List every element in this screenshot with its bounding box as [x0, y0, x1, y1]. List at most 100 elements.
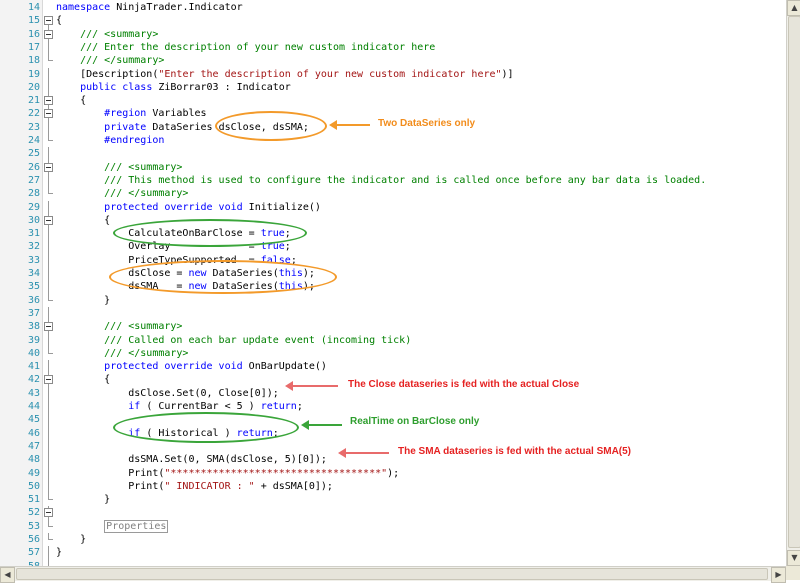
line-number: 47 — [27, 440, 40, 452]
line-number: 30 — [27, 214, 40, 226]
code-line[interactable]: 53 Properties — [0, 519, 786, 533]
fold-guide — [44, 1, 53, 14]
collapsed-region[interactable]: Properties — [104, 519, 169, 533]
horizontal-scrollbar[interactable]: ◀ ▶ — [0, 566, 786, 583]
code-line[interactable]: 38 /// <summary> — [0, 320, 786, 335]
code-line[interactable]: 36 } — [0, 293, 786, 307]
fold-guide — [44, 80, 53, 95]
scroll-right-icon[interactable]: ▶ — [771, 567, 786, 583]
arrow-icon — [301, 420, 342, 430]
fold-guide — [44, 333, 53, 348]
code-token: { — [56, 95, 87, 107]
annotation-two-dataseries: Two DataSeries only — [378, 118, 476, 129]
line-number: 19 — [27, 68, 40, 80]
fold-guide — [44, 426, 53, 441]
line-number: 48 — [27, 454, 40, 466]
code-text: /// Called on each bar update event (inc… — [56, 334, 411, 347]
collapse-toggle-icon[interactable] — [44, 94, 53, 109]
code-line[interactable]: 48 dsSMA.Set(0, SMA(dsClose, 5)[0]); — [0, 453, 786, 468]
code-line[interactable]: 24 #endregion — [0, 134, 786, 147]
line-number: 17 — [27, 41, 40, 53]
annotation-close-fed: The Close dataseries is fed with the act… — [348, 379, 580, 390]
code-token: public class — [80, 81, 159, 93]
collapse-toggle-icon[interactable] — [44, 107, 53, 122]
line-number: 41 — [27, 361, 40, 373]
line-number: 51 — [27, 494, 40, 506]
code-line[interactable]: 17 /// Enter the description of your new… — [0, 40, 786, 55]
code-line[interactable]: 50 Print(" INDICATOR : " + dsSMA[0]); — [0, 479, 786, 494]
horizontal-scroll-thumb[interactable] — [16, 568, 768, 580]
line-number: 57 — [27, 547, 40, 559]
code-line[interactable]: 40 /// </summary> — [0, 346, 786, 360]
fold-guide — [44, 253, 53, 268]
code-line[interactable]: 51 } — [0, 493, 786, 506]
code-line[interactable]: 15 { — [0, 14, 786, 29]
code-editor[interactable]: 14 namespace NinjaTrader.Indicator 15 {16 /… — [0, 0, 786, 566]
scroll-up-icon[interactable]: ▲ — [787, 0, 800, 16]
line-number: 34 — [27, 268, 40, 279]
collapse-toggle-icon[interactable] — [44, 27, 53, 42]
code-line[interactable]: 14 namespace NinjaTrader.Indicator — [0, 1, 786, 14]
collapse-toggle-icon[interactable] — [44, 320, 53, 335]
line-number: 46 — [27, 427, 40, 439]
highlight-dataseries-init — [109, 260, 337, 294]
code-token: /// <summary> — [56, 28, 159, 40]
line-number: 26 — [27, 161, 40, 173]
code-token: dsClose.Set(0, Close[0]); — [56, 387, 279, 399]
code-token: Print( — [56, 480, 165, 492]
code-line[interactable]: 20 public class ZiBorrar03 : Indicator — [0, 80, 786, 95]
collapse-toggle-icon[interactable] — [44, 160, 53, 175]
code-line[interactable]: 49 Print("******************************… — [0, 466, 786, 481]
code-line[interactable]: 32 Overlay = true; — [0, 240, 786, 255]
line-number: 49 — [27, 467, 40, 479]
code-token: Variables — [152, 108, 207, 120]
scroll-left-icon[interactable]: ◀ — [0, 567, 15, 583]
line-number: 53 — [27, 520, 40, 532]
code-line[interactable]: 37 — [0, 306, 786, 321]
code-line[interactable]: 26 /// <summary> — [0, 160, 786, 175]
code-line[interactable]: 30 { — [0, 213, 786, 228]
collapse-toggle-icon[interactable] — [44, 213, 53, 228]
line-number: 31 — [27, 228, 40, 240]
line-number: 43 — [27, 387, 40, 399]
collapse-toggle-icon[interactable] — [44, 506, 53, 521]
fold-guide — [44, 120, 53, 135]
code-token: protected override void — [104, 201, 249, 213]
code-line[interactable]: 44 if ( CurrentBar < 5 ) return; — [0, 400, 786, 414]
fold-guide — [44, 386, 53, 401]
collapse-toggle-icon[interactable] — [44, 373, 53, 388]
code-line[interactable]: 28 /// </summary> — [0, 187, 786, 200]
code-line[interactable]: 39 /// Called on each bar update event (… — [0, 333, 786, 348]
line-number: 14 — [27, 2, 40, 13]
code-line[interactable]: 33 PriceTypeSupported = false; — [0, 253, 786, 268]
fold-guide — [44, 293, 53, 307]
code-token: } — [56, 534, 87, 545]
code-token: Print( — [56, 467, 165, 479]
scrollbar-corner — [786, 566, 800, 580]
line-number: 36 — [27, 294, 40, 306]
line-number: 40 — [27, 347, 40, 359]
code-text: Properties — [56, 519, 169, 533]
code-line[interactable]: 25 — [0, 147, 786, 162]
code-token: /// Enter the description of your new cu… — [56, 41, 436, 53]
code-line[interactable]: 56 } — [0, 533, 786, 546]
code-line[interactable]: 21 { — [0, 94, 786, 109]
code-line[interactable]: 41 protected override void OnBarUpdate() — [0, 360, 786, 375]
code-text: if ( CurrentBar < 5 ) return; — [56, 400, 303, 413]
code-line[interactable]: 29 protected override void Initialize() — [0, 200, 786, 215]
code-line[interactable]: 47 — [0, 439, 786, 454]
code-text: dsSMA.Set(0, SMA(dsClose, 5)[0]); — [56, 453, 327, 466]
code-line[interactable]: 57} — [0, 546, 786, 561]
vertical-scrollbar[interactable]: ▲ ▼ — [786, 0, 800, 566]
code-line[interactable]: 16 /// <summary> — [0, 27, 786, 42]
vertical-scroll-thumb[interactable] — [788, 16, 800, 548]
code-line[interactable]: 18 /// </summary> — [0, 54, 786, 67]
code-text: /// Enter the description of your new cu… — [56, 41, 435, 54]
code-line[interactable]: 27 /// This method is used to configure … — [0, 173, 786, 188]
collapse-toggle-icon[interactable] — [44, 14, 53, 29]
code-line[interactable]: 52 — [0, 506, 786, 521]
scroll-down-icon[interactable]: ▼ — [787, 550, 800, 566]
code-line[interactable]: 19 [Description("Enter the description o… — [0, 67, 786, 82]
